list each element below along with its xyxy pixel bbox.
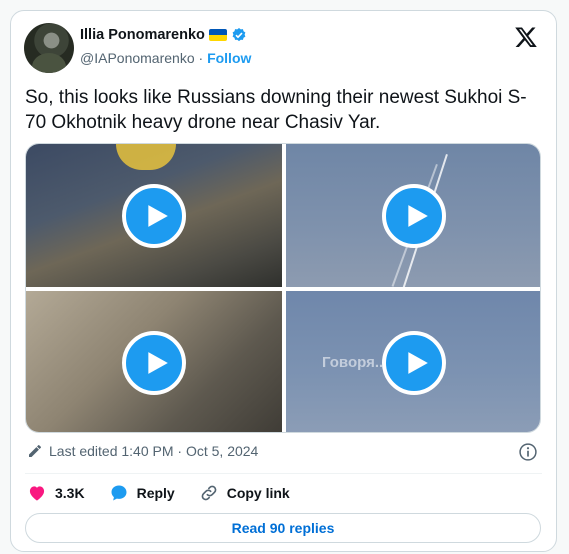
edited-indicator[interactable]: Last edited 1:40 PM · Oct 5, 2024 bbox=[27, 443, 258, 459]
edited-timestamp[interactable]: Last edited 1:40 PM · Oct 5, 2024 bbox=[49, 443, 258, 459]
action-bar: 3.3K Reply Copy link bbox=[27, 483, 290, 503]
video-thumbnail-3[interactable] bbox=[26, 291, 282, 432]
tweet-text: So, this looks like Russians downing the… bbox=[25, 87, 527, 133]
play-icon bbox=[407, 352, 428, 374]
author-name[interactable]: Illia Ponomarenko bbox=[80, 27, 205, 43]
media-grid: Говоря... пер ✚ bbox=[25, 143, 541, 433]
follow-button[interactable]: Follow bbox=[207, 50, 251, 66]
reply-label: Reply bbox=[136, 485, 175, 501]
divider bbox=[25, 473, 542, 474]
video-thumbnail-2[interactable] bbox=[286, 144, 540, 288]
author-name-row: Illia Ponomarenko bbox=[80, 27, 247, 43]
author-handle[interactable]: @IAPonomarenko bbox=[80, 50, 195, 66]
pencil-icon bbox=[29, 445, 41, 457]
video-thumbnail-4[interactable]: Говоря... пер ✚ bbox=[286, 291, 540, 432]
verified-badge-icon bbox=[232, 28, 246, 42]
author-handle-row: @IAPonomarenko · Follow bbox=[80, 50, 251, 66]
play-button-1[interactable] bbox=[122, 184, 186, 248]
play-button-2[interactable] bbox=[382, 184, 446, 248]
speech-bubble-icon bbox=[111, 485, 127, 501]
link-icon bbox=[201, 485, 217, 501]
reply-button[interactable]: Reply bbox=[109, 483, 175, 503]
tweet-card: Illia Ponomarenko @IAPonomarenko · Follo… bbox=[10, 10, 557, 552]
play-icon bbox=[407, 205, 428, 227]
ukraine-flag-icon bbox=[208, 29, 227, 41]
like-button[interactable]: 3.3K bbox=[27, 483, 85, 503]
like-count: 3.3K bbox=[55, 485, 85, 501]
play-button-3[interactable] bbox=[122, 331, 186, 395]
play-button-4[interactable] bbox=[382, 331, 446, 395]
play-icon bbox=[147, 205, 168, 227]
heart-icon bbox=[29, 486, 45, 501]
avatar[interactable] bbox=[24, 23, 74, 73]
copy-link-button[interactable]: Copy link bbox=[199, 483, 290, 503]
info-icon[interactable] bbox=[518, 442, 538, 462]
copy-link-label: Copy link bbox=[226, 485, 290, 501]
separator-dot: · bbox=[198, 50, 204, 66]
x-logo-icon[interactable] bbox=[514, 25, 538, 49]
read-replies-button[interactable]: Read 90 replies bbox=[25, 513, 541, 543]
video-thumbnail-1[interactable] bbox=[26, 144, 282, 287]
play-icon bbox=[147, 352, 168, 374]
thumbnail-detail bbox=[116, 144, 176, 170]
